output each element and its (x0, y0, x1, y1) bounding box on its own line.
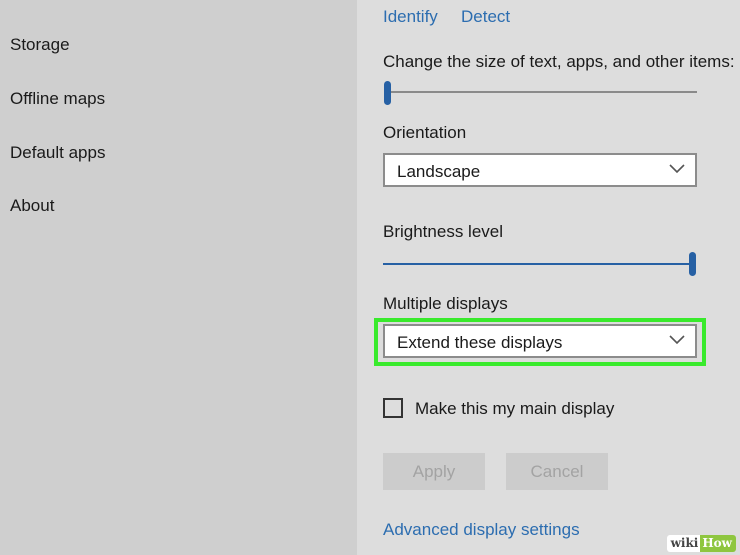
chevron-down-icon (669, 164, 685, 174)
sidebar-item-default-apps[interactable]: Default apps (10, 143, 105, 163)
watermark-part-wiki: wiki (666, 535, 701, 552)
apply-button[interactable]: Apply (383, 453, 485, 490)
multiple-displays-dropdown[interactable]: Extend these displays (383, 324, 697, 358)
orientation-label: Orientation (383, 123, 467, 142)
settings-sidebar: Storage Offline maps Default apps About (0, 0, 357, 555)
scale-slider-thumb[interactable] (384, 81, 391, 105)
sidebar-item-storage[interactable]: Storage (10, 35, 70, 55)
cancel-button[interactable]: Cancel (506, 453, 608, 490)
brightness-slider-track[interactable] (383, 263, 693, 265)
orientation-dropdown[interactable]: Landscape (383, 153, 697, 187)
sidebar-item-about[interactable]: About (10, 196, 54, 216)
chevron-down-icon (669, 335, 685, 345)
scale-label: Change the size of text, apps, and other… (383, 52, 740, 71)
detect-link[interactable]: Detect (461, 7, 510, 27)
advanced-display-settings-link[interactable]: Advanced display settings (383, 520, 580, 540)
main-display-checkbox[interactable] (383, 398, 403, 418)
display-settings-panel: Identify Detect Change the size of text,… (357, 0, 740, 555)
scale-slider-track[interactable] (387, 91, 697, 93)
brightness-slider-thumb[interactable] (689, 252, 696, 276)
multiple-displays-label: Multiple displays (383, 294, 508, 313)
brightness-label: Brightness level (383, 222, 504, 241)
sidebar-item-offline-maps[interactable]: Offline maps (10, 89, 105, 109)
watermark-part-how: How (700, 535, 736, 552)
wikihow-watermark: wiki How (666, 535, 736, 552)
main-display-label: Make this my main display (415, 399, 615, 418)
identify-link[interactable]: Identify (383, 7, 438, 27)
orientation-dropdown-value: Landscape (397, 162, 481, 181)
multiple-displays-dropdown-value: Extend these displays (397, 333, 563, 352)
